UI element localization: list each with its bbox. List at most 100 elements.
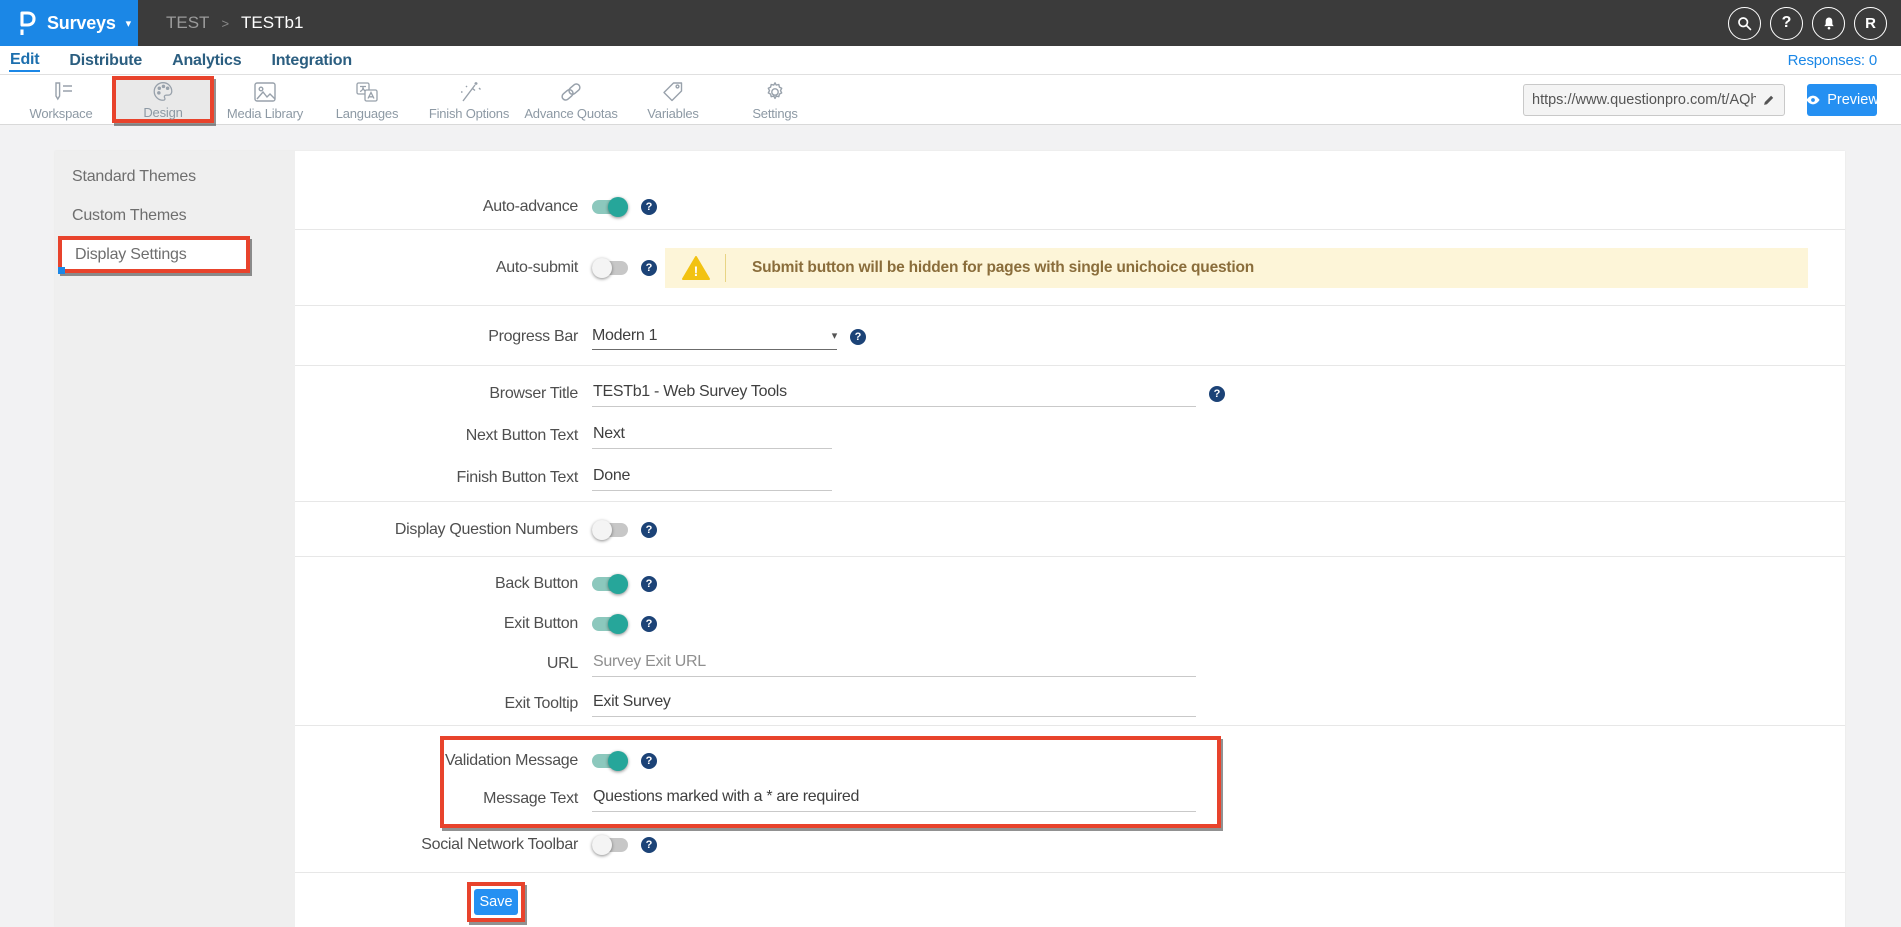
exit-tooltip-label: Exit Tooltip — [295, 695, 578, 713]
toolbar-item-design[interactable]: Design — [112, 76, 214, 123]
toolbar-item-workspace[interactable]: Workspace — [10, 75, 112, 124]
tab-analytics[interactable]: Analytics — [171, 50, 242, 71]
message-text-row: Message Text — [444, 780, 1217, 818]
next-button-text-row: Next Button Text — [295, 416, 1845, 456]
social-network-toolbar-help-icon[interactable]: ? — [641, 837, 657, 853]
survey-tabbar: Edit Distribute Analytics Integration Re… — [0, 46, 1901, 75]
sidebar-item-standard-themes[interactable]: Standard Themes — [55, 157, 295, 196]
next-button-text-label: Next Button Text — [295, 427, 578, 445]
notifications-bell-icon[interactable] — [1812, 7, 1845, 40]
exit-tooltip-input[interactable] — [592, 691, 1196, 717]
svg-text:!: ! — [694, 263, 699, 279]
back-button-help-icon[interactable]: ? — [641, 576, 657, 592]
browser-title-label: Browser Title — [295, 385, 578, 403]
design-palette-icon — [150, 79, 176, 103]
auto-advance-label: Auto-advance — [295, 198, 578, 216]
edit-url-pencil-icon[interactable] — [1762, 93, 1776, 107]
progress-bar-help-icon[interactable]: ? — [850, 329, 866, 345]
save-button[interactable]: Save — [474, 889, 518, 915]
exit-tooltip-row: Exit Tooltip — [295, 685, 1845, 723]
exit-url-input[interactable] — [592, 651, 1196, 677]
social-network-toolbar-row: Social Network Toolbar ? — [295, 826, 1845, 864]
warning-triangle-icon: ! — [665, 254, 726, 282]
social-network-toolbar-label: Social Network Toolbar — [295, 836, 578, 854]
tag-icon — [660, 78, 686, 104]
back-button-row: Back Button ? — [295, 565, 1845, 603]
exit-button-toggle[interactable] — [592, 617, 628, 631]
exit-button-label: Exit Button — [295, 615, 578, 633]
breadcrumb: TEST > TESTb1 — [138, 0, 303, 46]
breadcrumb-separator-icon: > — [221, 16, 229, 31]
design-content: Standard Themes Custom Themes Display Se… — [0, 125, 1901, 927]
chevron-down-icon: ▾ — [126, 17, 132, 30]
survey-url-box — [1523, 84, 1785, 116]
finish-button-text-label: Finish Button Text — [295, 469, 578, 487]
gear-icon — [762, 78, 788, 104]
toolbar-item-variables[interactable]: Variables — [622, 75, 724, 124]
auto-submit-warning: ! Submit button will be hidden for pages… — [665, 248, 1808, 288]
browser-title-input[interactable] — [592, 381, 1196, 407]
preview-button[interactable]: Preview — [1807, 84, 1877, 116]
toolbar-item-settings[interactable]: Settings — [724, 75, 826, 124]
breadcrumb-survey-name[interactable]: TESTb1 — [241, 13, 303, 33]
design-sidebar: Standard Themes Custom Themes Display Se… — [55, 151, 295, 927]
media-image-icon — [252, 78, 278, 104]
search-icon[interactable] — [1728, 7, 1761, 40]
toolbar-item-finish-options[interactable]: Finish Options — [418, 75, 520, 124]
validation-message-label: Validation Message — [444, 752, 578, 770]
next-button-text-input[interactable] — [592, 423, 832, 449]
help-icon[interactable]: ? — [1770, 7, 1803, 40]
browser-title-row: Browser Title ? — [295, 374, 1845, 414]
display-settings-form: Auto-advance ? Auto-submit ? ! Submit bu… — [295, 151, 1845, 927]
survey-url-input[interactable] — [1532, 92, 1756, 108]
sidebar-item-display-settings[interactable]: Display Settings — [58, 236, 250, 273]
product-name: Surveys — [47, 13, 116, 34]
validation-message-help-icon[interactable]: ? — [641, 753, 657, 769]
finish-button-text-input[interactable] — [592, 465, 832, 491]
exit-button-help-icon[interactable]: ? — [641, 616, 657, 632]
workspace-icon — [48, 78, 74, 104]
auto-submit-toggle[interactable] — [592, 261, 628, 275]
tab-distribute[interactable]: Distribute — [68, 50, 143, 71]
save-annotation-box: Save — [467, 882, 525, 922]
exit-url-row: URL — [295, 645, 1845, 683]
message-text-label: Message Text — [444, 790, 578, 808]
display-question-numbers-help-icon[interactable]: ? — [641, 522, 657, 538]
back-button-toggle[interactable] — [592, 577, 628, 591]
toolbar-item-media-library[interactable]: Media Library — [214, 75, 316, 124]
validation-message-row: Validation Message ? — [444, 742, 1217, 780]
validation-message-toggle[interactable] — [592, 754, 628, 768]
display-question-numbers-row: Display Question Numbers ? — [295, 511, 1845, 549]
auto-submit-help-icon[interactable]: ? — [641, 260, 657, 276]
progress-bar-select[interactable]: Modern 1 ▾ — [592, 324, 837, 350]
exit-button-row: Exit Button ? — [295, 605, 1845, 643]
warning-text: Submit button will be hidden for pages w… — [726, 259, 1254, 277]
message-text-input[interactable] — [592, 786, 1196, 812]
auto-advance-help-icon[interactable]: ? — [641, 199, 657, 215]
select-caret-icon: ▾ — [832, 329, 837, 342]
questionpro-logo-icon — [14, 8, 38, 38]
auto-advance-toggle[interactable] — [592, 200, 628, 214]
display-question-numbers-label: Display Question Numbers — [295, 521, 578, 539]
browser-title-help-icon[interactable]: ? — [1209, 386, 1225, 402]
active-item-marker — [58, 267, 65, 274]
tab-integration[interactable]: Integration — [270, 50, 352, 71]
progress-bar-label: Progress Bar — [295, 328, 578, 346]
avatar[interactable]: R — [1854, 7, 1887, 40]
tab-edit[interactable]: Edit — [9, 49, 40, 72]
social-network-toolbar-toggle[interactable] — [592, 838, 628, 852]
display-question-numbers-toggle[interactable] — [592, 523, 628, 537]
auto-submit-row: Auto-submit ? ! Submit button will be hi… — [295, 248, 1845, 288]
progress-bar-row: Progress Bar Modern 1 ▾ ? — [295, 317, 1845, 357]
toolbar-item-advance-quotas[interactable]: Advance Quotas — [520, 75, 622, 124]
chain-link-icon — [558, 78, 584, 104]
validation-annotation-box: Validation Message ? Message Text — [440, 736, 1221, 828]
sidebar-item-custom-themes[interactable]: Custom Themes — [55, 196, 295, 235]
toolbar-item-languages[interactable]: Languages — [316, 75, 418, 124]
magic-wand-icon — [456, 78, 482, 104]
breadcrumb-folder[interactable]: TEST — [166, 13, 209, 33]
surveys-menu[interactable]: Surveys ▾ — [0, 0, 138, 46]
exit-url-label: URL — [295, 655, 578, 673]
responses-count[interactable]: Responses: 0 — [1788, 52, 1877, 69]
auto-submit-label: Auto-submit — [295, 259, 578, 277]
